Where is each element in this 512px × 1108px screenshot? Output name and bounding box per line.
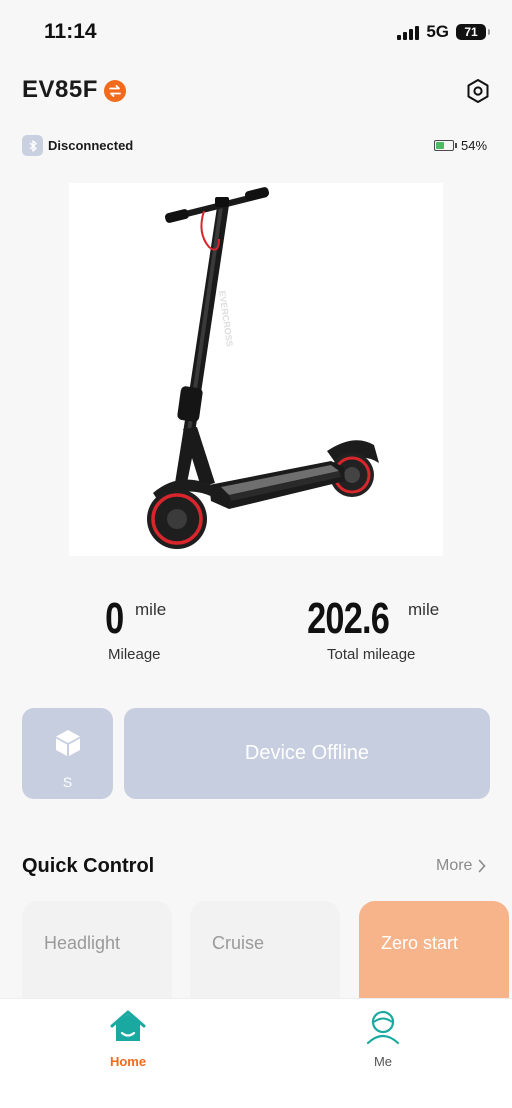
device-offline-button[interactable]: Device Offline [124,708,490,799]
status-indicators: 5G 71 [397,22,490,42]
total-mileage-value: 202.6 [307,594,391,643]
chevron-right-icon [479,859,487,873]
signal-icon [397,24,420,40]
total-mileage-unit: mile [408,600,440,619]
more-label: More [436,857,473,874]
bluetooth-icon [22,135,43,156]
battery-icon: 71 [456,24,490,40]
total-mileage-label: Total mileage [327,646,416,663]
mileage-unit: mile [135,600,167,619]
quick-control-label: Zero start [381,933,459,953]
status-bar: 11:14 5G 71 [0,0,512,64]
mileage-label: Mileage [108,646,161,663]
quick-control-label: Headlight [44,933,121,953]
switch-device-icon[interactable] [104,80,126,102]
mileage-value: 0 [105,594,124,643]
riding-mode-button[interactable]: S [22,708,113,799]
network-type: 5G [426,22,449,41]
riding-mode-label: S [62,774,73,790]
user-icon [366,1010,400,1045]
home-icon [110,1010,146,1041]
nav-me-label: Me [373,1054,393,1069]
more-link[interactable]: More [436,857,487,875]
quick-control-label: Cruise [212,933,265,953]
settings-icon[interactable] [464,77,492,105]
scooter-battery-percent: 54% [461,138,488,153]
cube-icon [56,730,80,756]
battery-fill [436,142,445,149]
connection-status: Disconnected [48,138,134,153]
status-time: 11:14 [44,20,97,43]
nav-home[interactable]: Home [88,1009,168,1069]
svg-text:EVERCROSS: EVERCROSS [217,290,235,347]
device-title: EV85F [22,76,98,103]
scooter-image: EVERCROSS [69,183,443,556]
bottom-navigation: Home Me [0,998,512,1108]
nav-me[interactable]: Me [343,1009,423,1069]
quick-control-title: Quick Control [22,855,155,877]
scooter-battery-icon [434,140,457,151]
nav-home-label: Home [109,1054,147,1069]
